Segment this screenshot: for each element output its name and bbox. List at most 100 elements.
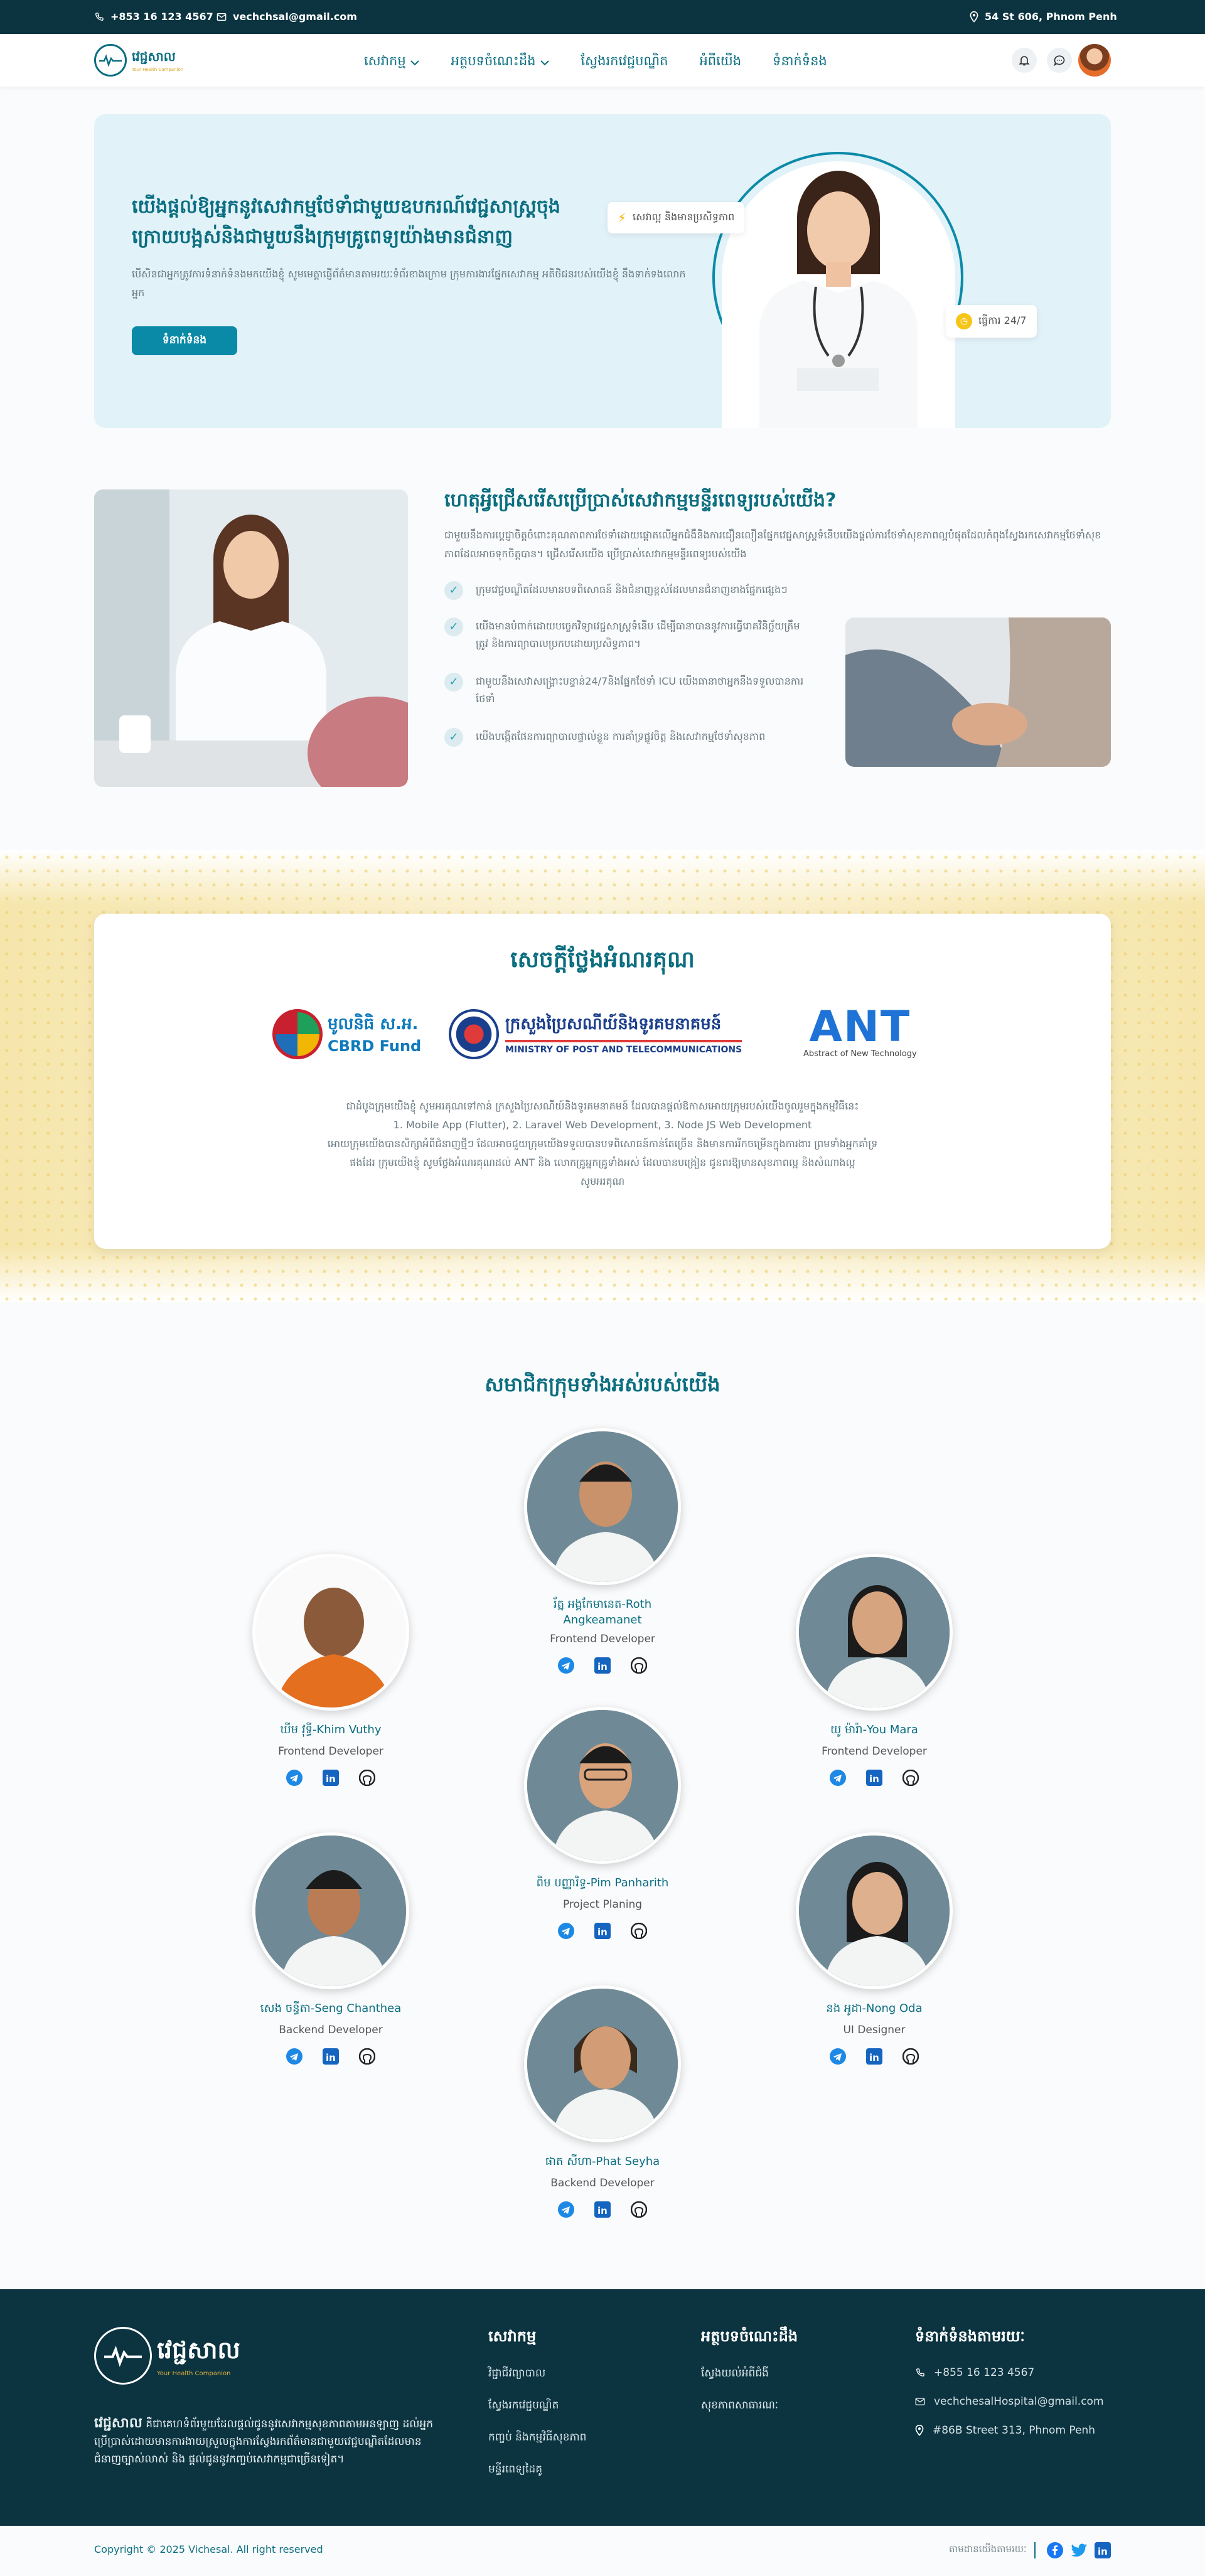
footer-email-text: vechchesalHospital@gmail.com: [934, 2395, 1104, 2408]
footer-about-text: គឺជាគេហទំព័រមួយដែលផ្តល់ជូននូវសេវាកម្មសុខ…: [94, 2418, 434, 2466]
github-icon[interactable]: [630, 1922, 648, 1940]
why-point-1-text: ក្រុមវេជ្ជបណ្ឌិតដែលមានបទពិសោធន៍ និងជំនាញ…: [476, 584, 788, 596]
doctor-hero-image: [722, 161, 955, 428]
member-role: UI Designer: [843, 2024, 906, 2036]
member-socials: in: [243, 1769, 419, 1787]
patient-care-photo: [845, 617, 1111, 767]
footer-email[interactable]: vechchesalHospital@gmail.com: [915, 2395, 1104, 2408]
hero-contact-button[interactable]: ទំនាក់ទំនង: [132, 326, 237, 355]
telegram-icon[interactable]: [557, 2201, 575, 2218]
brand-tagline: Your Health Companion: [132, 67, 184, 72]
facebook-icon[interactable]: [1047, 2542, 1063, 2561]
hero-title: យើងផ្តល់ឱ្យអ្នកនូវសេវាកម្មថែទាំជាមួយឧបករ…: [132, 196, 560, 248]
linkedin-icon[interactable]: in: [322, 1769, 340, 1787]
member-name: ផាត សីហា-Phat Seyha: [545, 2155, 660, 2168]
location-pin-icon: [915, 2425, 924, 2436]
gratitude-line-1: ជាដំបូងក្រុមយើងខ្ញុំ សូមអរគុណទៅកាន់ ក្រស…: [346, 1100, 859, 1112]
gratitude-card: សេចក្តីថ្លែងអំណរគុណ មូលនិធិ ស.អ. CBRD Fu…: [94, 914, 1111, 1249]
member-avatar-photo: [252, 1832, 409, 1989]
github-icon[interactable]: [630, 1657, 648, 1674]
footer-link[interactable]: សុខភាពសាធារណៈ: [701, 2398, 798, 2414]
svg-text:in: in: [597, 1927, 608, 1938]
copyright-text: Copyright © 2025 Vichesal. All right res…: [94, 2543, 323, 2555]
member-socials: in: [515, 1922, 690, 1940]
check-icon: ✓: [444, 673, 463, 692]
footer-link[interactable]: ស្វែងយល់អំពីជំងឺ: [701, 2366, 798, 2382]
topbar-address: 54 St 606, Phnom Penh: [970, 11, 1117, 23]
footer-link[interactable]: ស្វែងរកវេជ្ជបណ្ឌិត: [488, 2398, 586, 2414]
phone-icon: [95, 12, 104, 21]
twitter-icon[interactable]: [1071, 2542, 1088, 2561]
github-icon[interactable]: [902, 1769, 919, 1787]
footer-link[interactable]: វិជ្ជាជីវព្យាបាល: [488, 2366, 586, 2382]
chat-button[interactable]: [1047, 48, 1072, 73]
linkedin-icon[interactable]: in: [1095, 2542, 1111, 2561]
hero-subtitle: បើសិនជាអ្នកត្រូវការទំនាក់ទំនងមកយើងខ្ញុំ …: [132, 268, 686, 299]
member-name: យូ ម៉ារ៉ា-You Mara: [830, 1723, 918, 1736]
footer-link[interactable]: កញ្ចប់ និងកម្មវិធីសុខភាព: [488, 2430, 586, 2446]
footer-brand-name: វេជ្ជសាល: [157, 2336, 240, 2364]
top-info-bar: +853 16 123 4567 vechchsal@gmail.com 54 …: [0, 0, 1205, 34]
brand-logo[interactable]: វេជ្ជសាល Your Health Companion: [94, 44, 183, 77]
github-icon[interactable]: [358, 2048, 376, 2065]
member-avatar-photo: [796, 1832, 953, 1989]
footer-brand-logo[interactable]: វេជ្ជសាល Your Health Companion: [94, 2327, 240, 2385]
user-avatar[interactable]: [1078, 44, 1111, 77]
svg-text:in: in: [1098, 2546, 1108, 2557]
footer-articles-column: អត្ថបទចំណេះដឹង ស្វែងយល់អំពីជំងឺ សុខភាពសា…: [701, 2327, 798, 2430]
footer-contact-title: ទំនាក់ទំនងតាមរយៈ: [915, 2327, 1025, 2345]
team-member-card: នង អូដា-Nong Oda UI Designer in: [786, 1832, 962, 2065]
member-socials: in: [515, 1657, 690, 1674]
footer-divider: [1034, 2542, 1036, 2558]
telegram-icon[interactable]: [557, 1657, 575, 1674]
telegram-icon[interactable]: [286, 1769, 303, 1787]
follow-us-label: តាមដានយើងតាមរយៈ: [949, 2543, 1027, 2555]
linkedin-icon[interactable]: in: [594, 1657, 611, 1674]
topbar-phone[interactable]: +853 16 123 4567: [94, 11, 213, 23]
topbar-email[interactable]: vechchsal@gmail.com: [217, 11, 357, 23]
team-member-card: រ័ត្ន អង្គកែមានេត-Roth Angkeamanet Front…: [515, 1428, 690, 1674]
telegram-icon[interactable]: [557, 1922, 575, 1940]
github-icon[interactable]: [902, 2048, 919, 2065]
member-avatar-photo: [524, 1707, 681, 1864]
member-socials: in: [786, 2048, 962, 2065]
telegram-icon[interactable]: [286, 2048, 303, 2065]
why-point-3: ✓ ជាមួយនឹងសេវាសង្គ្រោះបន្ទាន់24/7និងផ្នែ…: [444, 673, 808, 708]
ant-logo: ANT Abstract of New Technology: [803, 1005, 917, 1059]
telegram-icon[interactable]: [829, 1769, 847, 1787]
linkedin-icon[interactable]: in: [865, 2048, 883, 2065]
why-point-4: ✓ យើងបង្កើតផែនការព្យាបាលផ្ទាល់ខ្លួន ការគ…: [444, 728, 808, 747]
footer-link[interactable]: មន្ទីរពេទ្យដៃគូ: [488, 2462, 586, 2478]
nav-contact[interactable]: ទំនាក់ទំនង: [773, 53, 827, 72]
nav-articles[interactable]: អត្ថបទចំណេះដឹង: [451, 53, 550, 72]
member-role: Frontend Developer: [278, 1745, 383, 1758]
heart-pulse-logo-icon: [94, 44, 127, 77]
telegram-icon[interactable]: [829, 2048, 847, 2065]
notification-button[interactable]: [1012, 48, 1037, 73]
gratitude-title: សេចក្តីថ្លែងអំណរគុណ: [510, 947, 695, 973]
nav-about[interactable]: អំពីយើង: [699, 53, 741, 72]
quality-service-chip: ⚡ សេវាល្អ និងមានប្រសិទ្ធភាព: [608, 202, 745, 233]
why-us-intro: ជាមួយនឹងការប្តេជ្ញាចិត្តចំពោះគុណភាពការថែ…: [444, 529, 1101, 560]
linkedin-icon[interactable]: in: [594, 2201, 611, 2218]
linkedin-icon[interactable]: in: [594, 1922, 611, 1940]
team-member-card: ផាត សីហា-Phat Seyha Backend Developer in: [515, 1985, 690, 2218]
svg-text:in: in: [597, 2205, 608, 2216]
site-footer: វេជ្ជសាល Your Health Companion វេជ្ជសាល …: [0, 2289, 1205, 2576]
bell-icon: [1019, 56, 1030, 66]
footer-bottom-bar: Copyright © 2025 Vichesal. All right res…: [0, 2526, 1205, 2576]
nav-find-doctor[interactable]: ស្វែងរកវេជ្ជបណ្ឌិត: [581, 53, 668, 72]
team-member-card: ពិម បញ្ញារិទ្ធ-Pim Panharith Project Pla…: [515, 1707, 690, 1940]
hero-banner: យើងផ្តល់ឱ្យអ្នកនូវសេវាកម្មថែទាំជាមួយឧបករ…: [94, 114, 1111, 428]
nav-services[interactable]: សេវាកម្ម: [364, 53, 420, 72]
github-icon[interactable]: [358, 1769, 376, 1787]
member-role: Backend Developer: [550, 2177, 655, 2189]
brand-name: វេជ្ជសាល: [132, 49, 176, 64]
github-icon[interactable]: [630, 2201, 648, 2218]
main-navbar: វេជ្ជសាល Your Health Companion សេវាកម្ម …: [0, 34, 1205, 87]
check-icon: ✓: [444, 581, 463, 600]
footer-phone[interactable]: +855 16 123 4567: [915, 2366, 1104, 2379]
cbrd-khmer-name: មូលនិធិ ស.អ.: [328, 1015, 419, 1034]
linkedin-icon[interactable]: in: [322, 2048, 340, 2065]
linkedin-icon[interactable]: in: [865, 1769, 883, 1787]
